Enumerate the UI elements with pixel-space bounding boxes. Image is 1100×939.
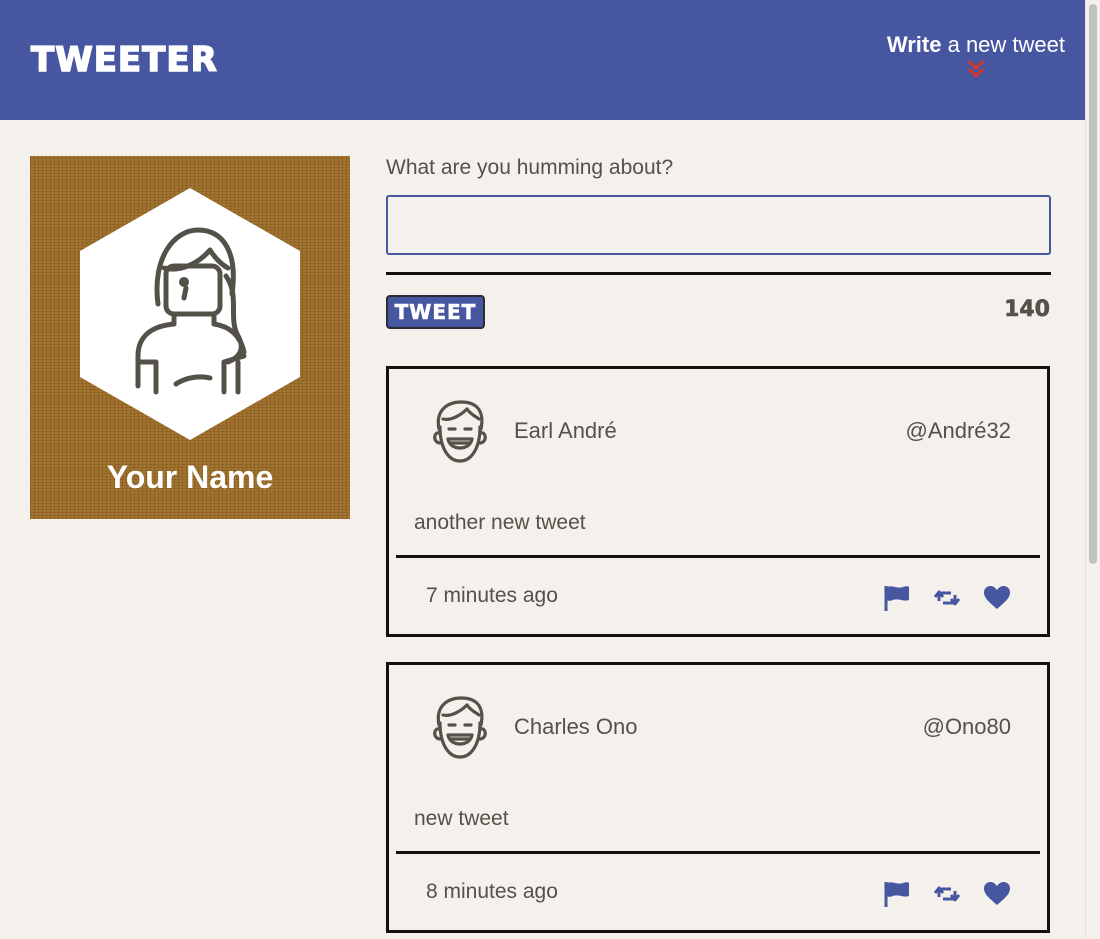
nav-bar: TWEETER Write a new tweet: [0, 0, 1086, 120]
tweet-card: Charles Ono @Ono80 new tweet 8 minutes a…: [386, 662, 1050, 933]
profile-card: Your Name: [30, 156, 350, 519]
write-tweet-toggle[interactable]: Write a new tweet: [887, 32, 1065, 79]
tweet-timestamp: 8 minutes ago: [426, 880, 558, 903]
retweet-icon[interactable]: [933, 880, 961, 908]
tweet-body: new tweet: [414, 807, 509, 830]
man-avatar-icon: [433, 696, 487, 759]
tweet-actions: [883, 584, 1011, 612]
brand-logo[interactable]: TWEETER: [30, 39, 218, 81]
tweet-divider: [396, 555, 1040, 558]
tweet-text-input[interactable]: [386, 195, 1051, 255]
tweet-card: Earl André @André32 another new tweet 7 …: [386, 366, 1050, 637]
write-label-rest: a new tweet: [941, 32, 1065, 57]
tweet-actions: [883, 880, 1011, 908]
compose-label: What are you humming about?: [386, 156, 674, 179]
tweet-author-name: Earl André: [514, 418, 617, 443]
flag-icon[interactable]: [883, 584, 911, 612]
tweet-submit-button[interactable]: TWEET: [386, 295, 485, 329]
retweet-icon[interactable]: [933, 584, 961, 612]
heart-icon[interactable]: [983, 880, 1011, 908]
heart-icon[interactable]: [983, 584, 1011, 612]
tweet-author-handle: @Ono80: [922, 714, 1011, 739]
tweet-divider: [396, 851, 1040, 854]
double-chevron-down-icon: [967, 59, 984, 79]
tweet-timestamp: 7 minutes ago: [426, 584, 558, 607]
tweet-author-name: Charles Ono: [514, 714, 638, 739]
woman-avatar-icon: [80, 188, 300, 440]
profile-name: Your Name: [106, 459, 274, 495]
flag-icon[interactable]: [883, 880, 911, 908]
scroll-thumb[interactable]: [1089, 4, 1097, 564]
page-scrollbar[interactable]: [1085, 0, 1100, 939]
compose-divider: [386, 272, 1051, 275]
man-avatar-icon: [433, 400, 487, 463]
write-label-bold: Write: [886, 32, 942, 57]
tweet-body: another new tweet: [414, 511, 586, 534]
character-counter: 140: [1004, 297, 1051, 323]
tweet-author-handle: @André32: [905, 418, 1011, 443]
